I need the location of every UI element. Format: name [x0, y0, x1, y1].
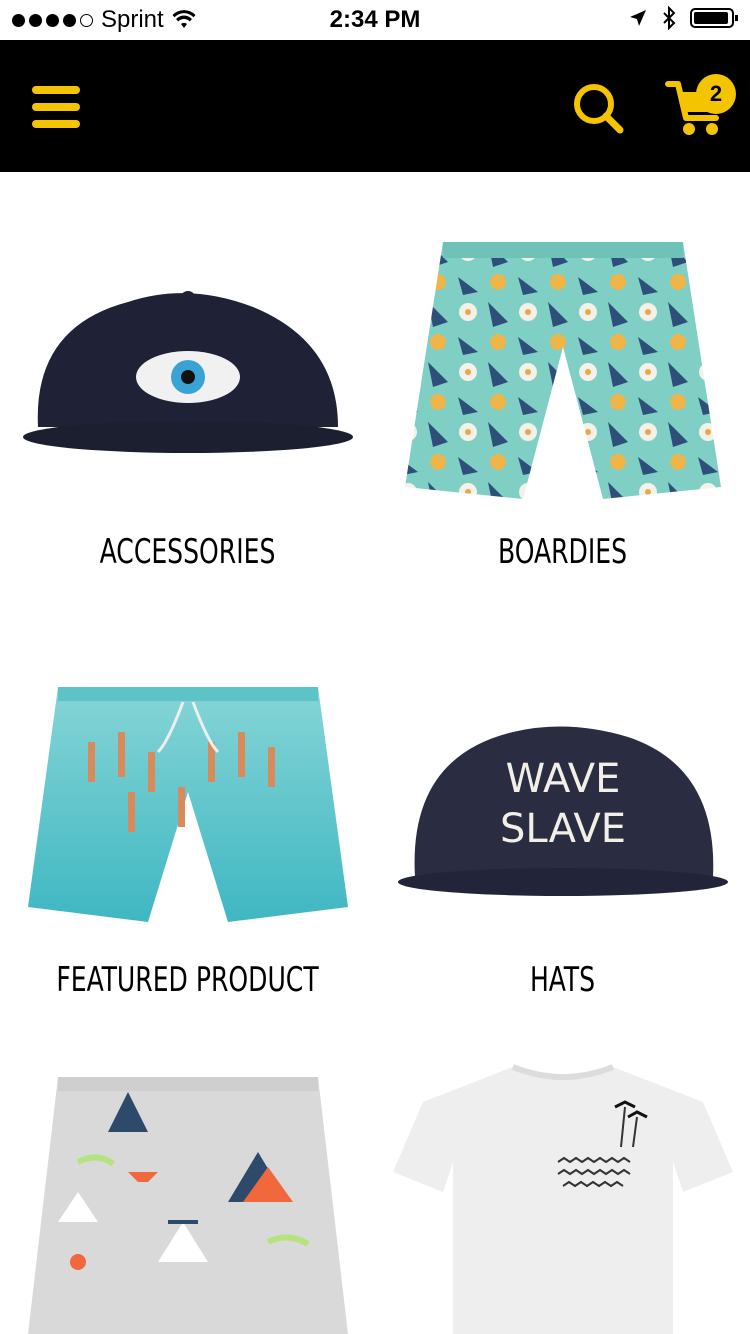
- product-image-wave-slave-cap: WAVE SLAVE: [390, 672, 735, 962]
- cap-text-line1: WAVE: [505, 756, 620, 802]
- bluetooth-icon: [663, 6, 676, 30]
- category-tile-hats[interactable]: WAVE SLAVE HATS: [375, 602, 750, 1032]
- product-image-white-tee: [390, 1062, 735, 1334]
- location-arrow-icon: [630, 10, 646, 26]
- category-tile-featured-product[interactable]: FEATURED PRODUCT: [0, 602, 375, 1032]
- category-label: BOARDIES: [497, 532, 628, 572]
- product-image-teepee-shorts: [15, 1072, 360, 1334]
- category-label: FEATURED PRODUCT: [56, 960, 319, 1000]
- product-image-swimmer-shorts: [15, 662, 360, 952]
- hamburger-menu-icon[interactable]: [32, 86, 80, 128]
- cart-count-badge: 2: [696, 74, 736, 114]
- product-image-floral-shorts: [390, 227, 735, 517]
- top-navigation-bar: [0, 40, 750, 172]
- category-tile-boardies[interactable]: BOARDIES: [375, 172, 750, 602]
- cap-text-line2: SLAVE: [499, 806, 625, 852]
- category-label: HATS: [529, 960, 596, 1000]
- status-bar: Sprint 2:34 PM: [0, 0, 750, 40]
- category-tile-accessories[interactable]: ACCESSORIES: [0, 172, 375, 602]
- battery-icon: [690, 8, 738, 28]
- product-image-cap-eye: [15, 212, 360, 502]
- category-tile-5[interactable]: [0, 1032, 375, 1334]
- category-tile-6[interactable]: [375, 1032, 750, 1334]
- search-icon[interactable]: [572, 82, 624, 134]
- category-label: ACCESSORIES: [99, 532, 276, 572]
